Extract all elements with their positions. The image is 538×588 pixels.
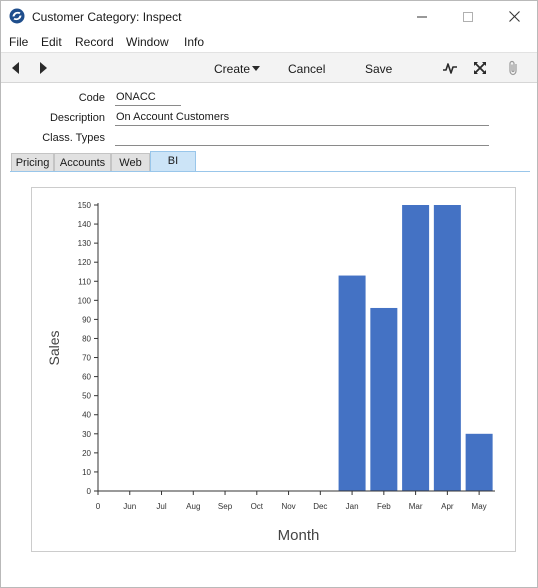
y-tick-label: 60	[82, 373, 91, 382]
window-title: Customer Category: Inspect	[32, 10, 182, 24]
x-tick-label: Apr	[441, 502, 454, 511]
x-tick-label: Nov	[281, 502, 295, 511]
class-types-field[interactable]	[115, 131, 489, 146]
tab-web[interactable]: Web	[111, 153, 150, 172]
y-tick-label: 120	[78, 258, 92, 267]
save-button[interactable]: Save	[365, 62, 392, 76]
x-tick-label: May	[472, 502, 487, 511]
y-tick-label: 70	[82, 354, 91, 363]
y-tick-label: 0	[87, 487, 92, 496]
menu-info[interactable]: Info	[184, 35, 204, 49]
bar-may	[465, 433, 493, 491]
y-tick-label: 80	[82, 334, 91, 343]
maximize-button[interactable]	[445, 1, 491, 32]
x-tick-label: Jun	[123, 502, 136, 511]
minimize-icon	[417, 16, 427, 17]
tab-pricing[interactable]: Pricing	[11, 153, 54, 172]
y-tick-label: 90	[82, 315, 91, 324]
y-tick-label: 100	[78, 296, 92, 305]
y-tick-label: 30	[82, 430, 91, 439]
bar-apr	[433, 205, 461, 491]
x-tick-label: 0	[96, 502, 101, 511]
sales-chart-svg: 0 10 20 30 40 50 60 70 80 90 100 110 120 130 140 150 0 J…	[46, 201, 495, 544]
class-types-label: Class. Types	[42, 132, 105, 144]
x-tick-label: Feb	[377, 502, 391, 511]
sales-chart: 0 10 20 30 40 50 60 70 80 90 100 110 120 130 140 150 0 J…	[31, 187, 516, 552]
code-field[interactable]: ONACC	[115, 91, 181, 106]
description-field[interactable]: On Account Customers	[115, 111, 489, 126]
tab-bi[interactable]: BI	[150, 151, 196, 172]
bar-feb	[370, 307, 398, 491]
minimize-button[interactable]	[399, 1, 445, 32]
y-tick-label: 140	[78, 220, 92, 229]
y-tick-label: 10	[82, 468, 91, 477]
y-tick-label: 20	[82, 449, 91, 458]
x-tick-label: Aug	[186, 502, 200, 511]
y-tick-label: 130	[78, 239, 92, 248]
x-tick-label: Mar	[409, 502, 423, 511]
expand-icon[interactable]	[473, 61, 487, 75]
attachment-icon[interactable]	[507, 60, 519, 76]
code-label: Code	[78, 92, 105, 104]
next-record-icon[interactable]	[38, 62, 48, 74]
toolbar: Create Cancel Save	[1, 52, 537, 83]
description-label: Description	[49, 112, 105, 124]
menu-window[interactable]: Window	[126, 35, 169, 49]
maximize-icon	[463, 11, 473, 22]
title-bar: Customer Category: Inspect	[1, 1, 537, 32]
bar-mar	[402, 205, 430, 491]
menu-edit[interactable]: Edit	[41, 35, 62, 49]
app-logo-icon	[9, 8, 25, 24]
x-tick-label: Dec	[313, 502, 327, 511]
y-axis-title: Sales	[46, 330, 62, 365]
y-tick-label: 110	[78, 277, 91, 286]
x-axis-title: Month	[278, 527, 320, 544]
close-icon	[508, 11, 520, 22]
tab-accounts[interactable]: Accounts	[54, 153, 111, 172]
x-tick-label: Jul	[156, 502, 166, 511]
previous-record-icon[interactable]	[11, 62, 21, 74]
y-tick-label: 40	[82, 411, 91, 420]
x-tick-label: Sep	[218, 502, 233, 511]
y-tick-label: 150	[78, 201, 92, 210]
y-tick-label: 50	[82, 392, 91, 401]
menu-record[interactable]: Record	[75, 35, 114, 49]
create-button[interactable]: Create	[214, 62, 250, 76]
tab-divider	[10, 171, 530, 172]
close-button[interactable]	[491, 1, 537, 32]
activity-icon[interactable]	[442, 62, 458, 75]
chevron-down-icon[interactable]	[252, 66, 260, 71]
x-tick-label: Oct	[251, 502, 264, 511]
x-tick-label: Jan	[346, 502, 359, 511]
menu-bar: File Edit Record Window Info	[1, 32, 537, 52]
cancel-button[interactable]: Cancel	[288, 62, 325, 76]
inspect-window: Customer Category: Inspect File Edit Rec…	[0, 0, 538, 588]
bar-jan	[338, 275, 366, 491]
menu-file[interactable]: File	[9, 35, 28, 49]
